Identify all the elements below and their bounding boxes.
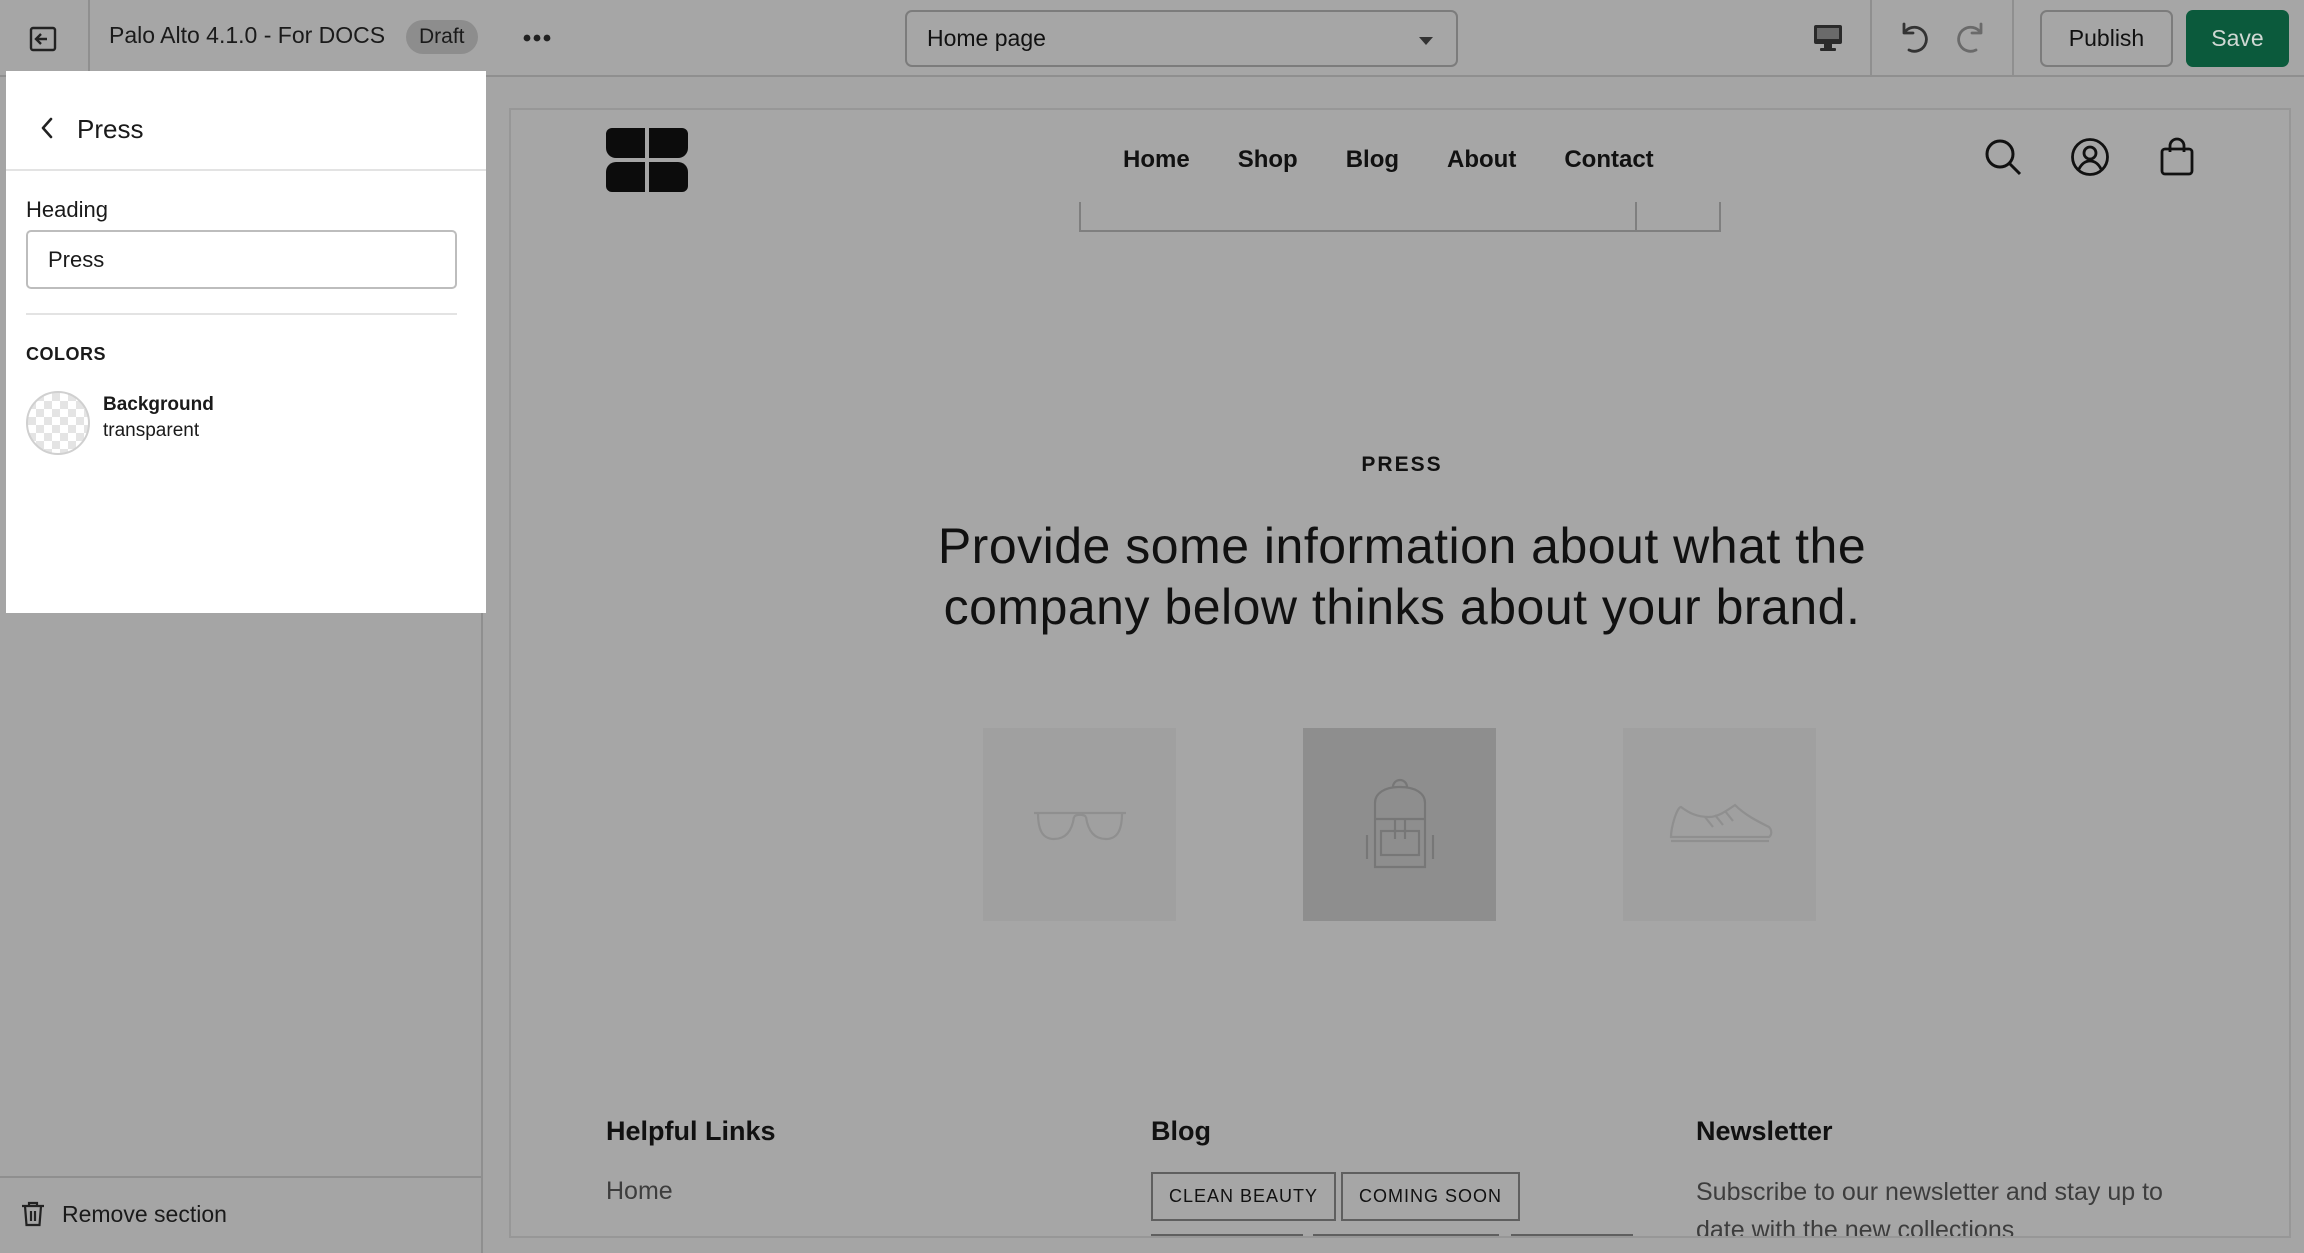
- press-logo-2[interactable]: [1303, 728, 1496, 921]
- exit-editor-button[interactable]: [0, 0, 90, 77]
- search-icon: [1985, 139, 2022, 176]
- more-actions-button[interactable]: [516, 18, 558, 58]
- section-settings-panel: Press Heading COLORS Background transpar…: [6, 71, 486, 613]
- redo-button[interactable]: [1952, 16, 1992, 58]
- save-button[interactable]: Save: [2186, 10, 2289, 67]
- footer-newsletter-title: Newsletter: [1696, 1116, 1833, 1146]
- store-name: Palo Alto 4.1.0 - For DOCS: [109, 22, 386, 48]
- draft-badge: Draft: [406, 20, 478, 54]
- store-logo[interactable]: [606, 128, 688, 192]
- redo-icon: [1957, 22, 1983, 53]
- press-section-heading: Provide some information about what the …: [937, 518, 1867, 635]
- trash-icon: [22, 1201, 44, 1227]
- panel-header: Press: [6, 81, 486, 171]
- device-preview-button[interactable]: [1808, 18, 1848, 58]
- header-account-button[interactable]: [2068, 135, 2112, 179]
- colors-heading: COLORS: [26, 344, 107, 364]
- previous-section-divider: [1635, 202, 1637, 232]
- remove-section-button[interactable]: Remove section: [20, 1200, 227, 1228]
- blog-tag-partial[interactable]: [1511, 1234, 1633, 1236]
- nav-link-blog[interactable]: Blog: [1346, 146, 1399, 174]
- blog-tag-coming-soon[interactable]: COMING SOON: [1341, 1172, 1521, 1221]
- remove-section-label: Remove section: [62, 1200, 227, 1227]
- account-icon: [2071, 138, 2109, 176]
- header-search-button[interactable]: [1981, 135, 2025, 179]
- ellipsis-icon: [523, 34, 551, 42]
- publish-button[interactable]: Publish: [2040, 10, 2173, 67]
- sidebar-footer: Remove section: [0, 1176, 481, 1253]
- chevron-left-icon: [41, 117, 53, 139]
- newsletter-description: Subscribe to our newsletter and stay up …: [1696, 1178, 2163, 1238]
- editor-topbar: Palo Alto 4.1.0 - For DOCS Draft Home pa…: [0, 0, 2304, 77]
- panel-divider: [26, 313, 457, 315]
- nav-link-shop[interactable]: Shop: [1238, 146, 1298, 174]
- footer-helpful-links-title: Helpful Links: [606, 1116, 776, 1146]
- undo-icon: [1902, 22, 1928, 53]
- exit-icon: [29, 26, 57, 51]
- background-color-swatch[interactable]: [26, 391, 90, 455]
- page-selector[interactable]: Home page: [905, 10, 1458, 67]
- background-color-value: transparent: [103, 420, 200, 441]
- sneaker-icon: [1669, 803, 1772, 842]
- store-preview: Home Shop Blog About Contact PRESS Provi…: [509, 108, 2291, 1238]
- heading-input[interactable]: [26, 230, 457, 289]
- footer-link-home[interactable]: Home: [606, 1177, 673, 1206]
- footer-blog-title: Blog: [1151, 1116, 1211, 1146]
- chevron-down-icon: [1419, 37, 1433, 45]
- panel-title: Press: [77, 114, 144, 144]
- blog-tag-clean-beauty[interactable]: CLEAN BEAUTY: [1151, 1172, 1337, 1221]
- press-section-kicker: PRESS: [1361, 453, 1443, 476]
- toolbar-divider: [2012, 0, 2014, 77]
- undo-button[interactable]: [1893, 16, 1933, 58]
- heading-field-label: Heading: [26, 197, 108, 222]
- shopping-bag-icon: [2160, 137, 2194, 176]
- press-logo-1[interactable]: [983, 728, 1176, 921]
- blog-tag-partial[interactable]: [1313, 1234, 1499, 1236]
- press-logo-3[interactable]: [1623, 728, 1816, 921]
- blog-tag-partial[interactable]: [1151, 1234, 1303, 1236]
- header-cart-button[interactable]: [2155, 135, 2199, 179]
- nav-link-home[interactable]: Home: [1123, 146, 1190, 174]
- nav-link-contact[interactable]: Contact: [1564, 146, 1653, 174]
- backpack-icon: [1365, 778, 1434, 868]
- toolbar-divider: [1870, 0, 1872, 77]
- back-button[interactable]: [30, 111, 64, 145]
- main-nav: Home Shop Blog About Contact: [1123, 146, 1654, 174]
- desktop-icon: [1814, 25, 1842, 51]
- background-color-label: Background: [103, 394, 214, 415]
- previous-section-fragment: [1079, 202, 1721, 232]
- nav-link-about[interactable]: About: [1447, 146, 1516, 174]
- glasses-icon: [1033, 811, 1126, 840]
- page-selector-value: Home page: [927, 25, 1046, 51]
